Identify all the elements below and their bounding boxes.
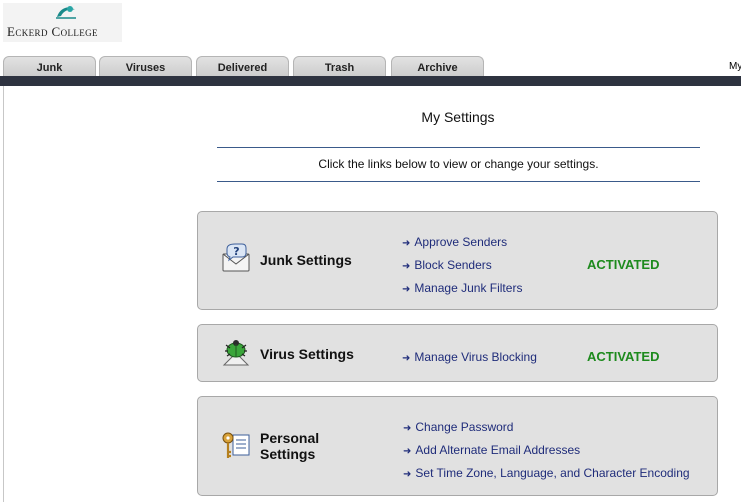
manage-junk-filters-label: Manage Junk Filters: [414, 281, 523, 295]
page-title: My Settings: [421, 109, 495, 125]
arrow-right-icon: ➜: [403, 469, 412, 480]
college-logo: Eckerd College: [3, 3, 122, 42]
approve-senders-label: Approve Senders: [414, 235, 508, 249]
logo-emblem-icon: [55, 4, 77, 25]
nav-bar: [0, 76, 741, 86]
arrow-right-icon: ➜: [402, 238, 411, 249]
junk-status-badge: ACTIVATED: [587, 257, 660, 272]
block-senders-link[interactable]: ➜ Block Senders: [402, 258, 492, 272]
personal-settings-title-line2: Settings: [260, 446, 316, 462]
tab-trash[interactable]: Trash: [293, 56, 386, 76]
personal-settings-panel: Personal Settings ➜ Change Password ➜ Add …: [197, 396, 718, 496]
manage-virus-blocking-label: Manage Virus Blocking: [414, 350, 537, 364]
keys-document-icon: [220, 430, 252, 467]
junk-settings-panel: ? Junk Settings ➜ Approve Senders ➜ Block …: [197, 211, 718, 310]
arrow-right-icon: ➜: [402, 284, 411, 295]
personal-settings-title-line1: Personal: [260, 430, 320, 446]
arrow-right-icon: ➜: [402, 261, 411, 272]
add-alternate-email-label: Add Alternate Email Addresses: [415, 443, 581, 457]
intro-text: Click the links below to view or change …: [318, 157, 599, 171]
bug-icon: [221, 337, 251, 372]
virus-settings-title: Virus Settings: [260, 346, 354, 362]
arrow-right-icon: ➜: [403, 423, 412, 434]
college-name: Eckerd College: [7, 24, 98, 39]
change-password-label: Change Password: [415, 420, 514, 434]
change-password-link[interactable]: ➜ Change Password: [403, 420, 513, 434]
tab-viruses[interactable]: Viruses: [99, 56, 192, 76]
set-timezone-language-label: Set Time Zone, Language, and Character E…: [415, 466, 690, 480]
manage-junk-filters-link[interactable]: ➜ Manage Junk Filters: [402, 281, 522, 295]
tab-junk[interactable]: Junk: [3, 56, 96, 76]
content-frame-border: [3, 86, 4, 502]
virus-settings-panel: Virus Settings ➜ Manage Virus Blocking AC…: [197, 324, 718, 382]
divider-bottom: [217, 181, 700, 182]
tab-delivered[interactable]: Delivered: [196, 56, 289, 76]
add-alternate-email-link[interactable]: ➜ Add Alternate Email Addresses: [403, 443, 580, 457]
svg-text:?: ?: [233, 245, 239, 258]
my-account-link[interactable]: My: [729, 61, 741, 72]
approve-senders-link[interactable]: ➜ Approve Senders: [402, 235, 507, 249]
tab-archive[interactable]: Archive: [391, 56, 484, 76]
arrow-right-icon: ➜: [402, 353, 411, 364]
junk-settings-title: Junk Settings: [260, 252, 352, 268]
question-envelope-icon: ?: [221, 243, 251, 278]
virus-status-badge: ACTIVATED: [587, 349, 660, 364]
block-senders-label: Block Senders: [414, 258, 492, 272]
set-timezone-language-link[interactable]: ➜ Set Time Zone, Language, and Character …: [403, 466, 690, 480]
arrow-right-icon: ➜: [403, 446, 412, 457]
divider-top: [217, 147, 700, 148]
manage-virus-blocking-link[interactable]: ➜ Manage Virus Blocking: [402, 350, 537, 364]
